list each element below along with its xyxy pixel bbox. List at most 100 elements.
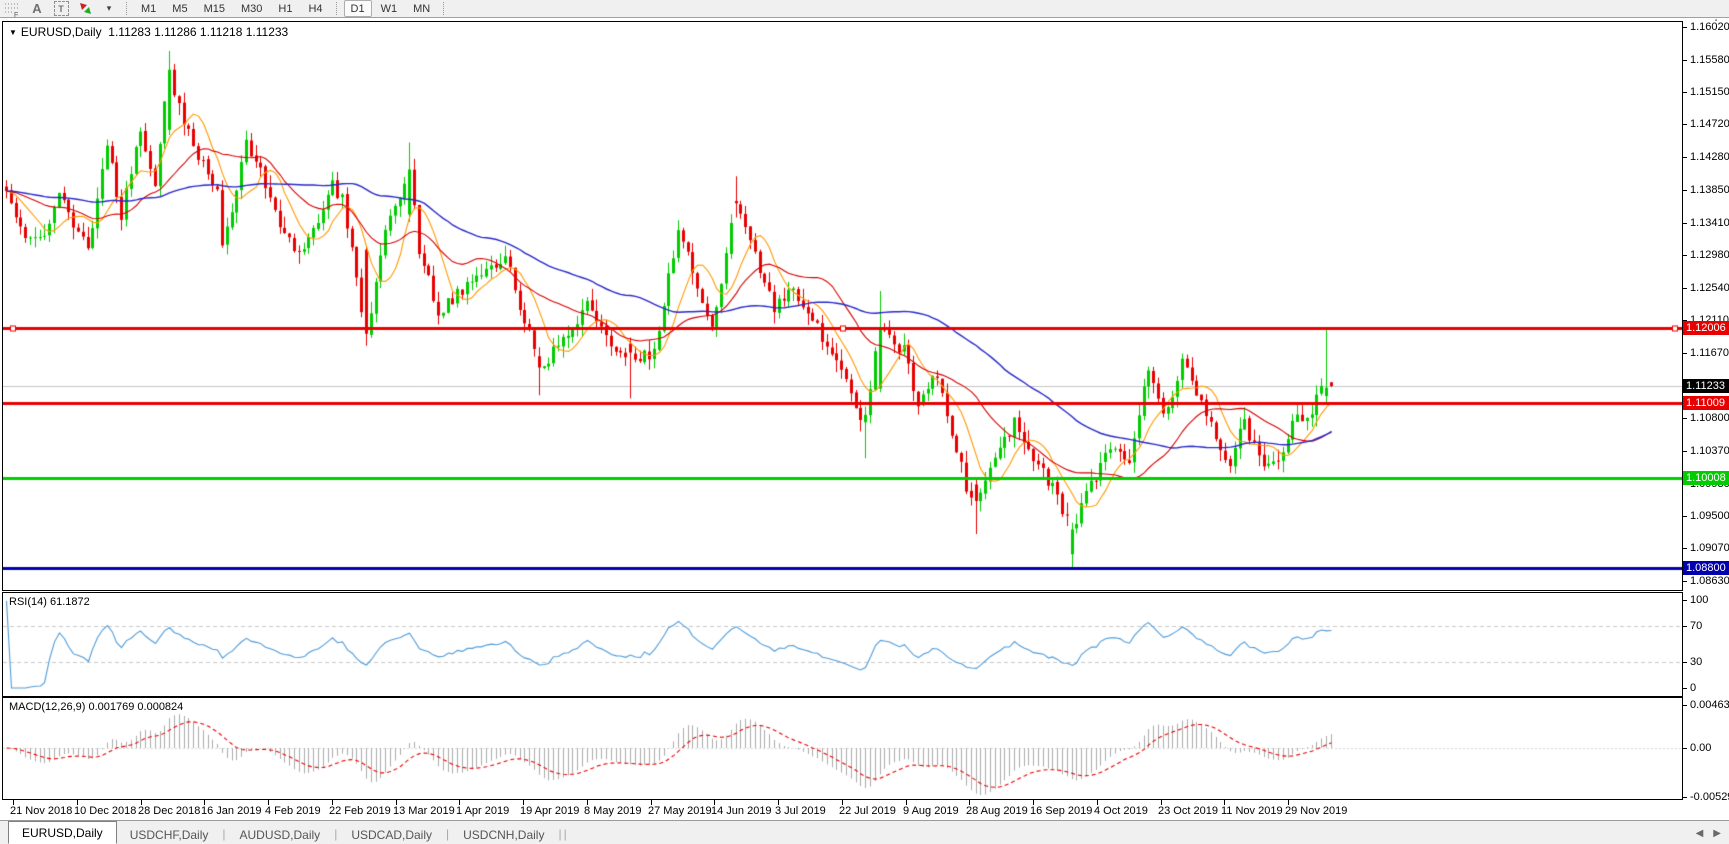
tab-separator: |	[563, 827, 567, 841]
price-tick-mark	[1683, 92, 1687, 93]
price-tick-label: 1.10370	[1690, 445, 1729, 457]
price-tick-mark	[1683, 124, 1687, 125]
tab-separator: |	[446, 827, 450, 841]
timeframe-button-w1[interactable]: W1	[374, 0, 405, 17]
date-tick-label: 16 Sep 2019	[1030, 805, 1093, 817]
toolbar-separator	[443, 2, 445, 15]
date-axis[interactable]: 21 Nov 2018 10 Dec 2018 28 Dec 2018 16 Jan …	[2, 800, 1683, 820]
macd-canvas[interactable]	[3, 698, 1682, 799]
price-tick-mark	[1683, 516, 1687, 517]
timeframe-button-mn[interactable]: MN	[406, 0, 437, 17]
price-level-badge: 1.11233	[1683, 379, 1729, 393]
tab-eurusd[interactable]: EURUSD,Daily	[8, 821, 117, 844]
timeframe-button-h1[interactable]: H1	[271, 0, 299, 17]
timeframe-button-m1[interactable]: M1	[134, 0, 163, 17]
tab-separator: |	[334, 827, 338, 841]
date-tick-label: 4 Oct 2019	[1094, 805, 1148, 817]
chart-tab-bar: EURUSD,Daily USDCHF,Daily | AUDUSD,Daily | US…	[0, 820, 1729, 844]
tab-usdcnh[interactable]: USDCNH,Daily	[450, 825, 557, 844]
text-label-icon[interactable]: A	[27, 1, 47, 17]
price-axis[interactable]: 1.16020 1.15580 1.15150 1.14720 1.14280 1.138…	[1683, 21, 1729, 591]
main-chart-canvas[interactable]	[3, 22, 1682, 590]
price-tick-label: 1.09500	[1690, 510, 1729, 522]
tab-nav-left-icon[interactable]: ◀	[1696, 828, 1704, 839]
macd-tick-label: -0.005299	[1690, 791, 1729, 803]
date-tick-label: 10 Dec 2018	[74, 805, 137, 817]
price-tick-label: 1.14720	[1690, 118, 1729, 130]
macd-tick-mark	[1683, 797, 1687, 798]
date-tick-label: 8 May 2019	[584, 805, 642, 817]
timeframe-button-d1[interactable]: D1	[343, 0, 372, 17]
price-tick-mark	[1683, 451, 1687, 452]
tab-usdcad[interactable]: USDCAD,Daily	[338, 825, 445, 844]
tab-nav-right-icon[interactable]: ▶	[1713, 828, 1721, 839]
rsi-tick-label: 30	[1690, 656, 1703, 668]
price-tick-mark	[1683, 27, 1687, 28]
macd-tick-mark	[1683, 705, 1687, 706]
text-box-glyph: T	[53, 1, 69, 16]
date-tick-label: 29 Nov 2019	[1285, 805, 1348, 817]
tab-audusd[interactable]: AUDUSD,Daily	[227, 825, 334, 844]
toolbar: F A T ▾ M1 M5 M15 M30 H1 H4 D1 W1 MN	[0, 0, 1729, 18]
macd-axis[interactable]: 0.00463 0.00 -0.005299	[1683, 697, 1729, 803]
price-tick-mark	[1683, 255, 1687, 256]
toolbar-separator	[335, 2, 338, 15]
text-box-icon[interactable]: T	[51, 1, 71, 17]
arrow-objects-dropdown-icon[interactable]: ▾	[99, 1, 119, 17]
date-tick-label: 11 Nov 2019	[1221, 805, 1283, 817]
macd-tick-label: 0.00463	[1690, 699, 1729, 711]
fibo-lines-glyph: F	[5, 3, 18, 17]
date-tick-label: 13 Mar 2019	[393, 805, 455, 817]
rsi-tick-mark	[1683, 688, 1687, 689]
price-level-badge: 1.10008	[1683, 471, 1729, 485]
price-tick-mark	[1683, 288, 1687, 289]
svg-text:F: F	[14, 12, 18, 17]
price-tick-mark	[1683, 157, 1687, 158]
price-tick-mark	[1683, 60, 1687, 61]
rsi-canvas[interactable]	[3, 593, 1682, 696]
price-tick-mark	[1683, 548, 1687, 549]
price-tick-label: 1.12980	[1690, 249, 1729, 261]
toolbar-separator	[126, 2, 128, 15]
date-tick-label: 19 Apr 2019	[520, 805, 580, 817]
chart-legend: ▼ EURUSD,Daily 1.11283 1.11286 1.11218 1.…	[9, 25, 288, 39]
date-tick-label: 3 Jul 2019	[775, 805, 826, 817]
price-tick-mark	[1683, 581, 1687, 582]
timeframe-button-m30[interactable]: M30	[234, 0, 269, 17]
timeframe-button-m15[interactable]: M15	[197, 0, 232, 17]
tab-separator: |	[558, 827, 562, 841]
price-tick-label: 1.12540	[1690, 282, 1729, 294]
timeframe-button-h4[interactable]: H4	[301, 0, 329, 17]
price-tick-label: 1.13850	[1690, 184, 1729, 196]
date-tick-label: 1 Apr 2019	[456, 805, 510, 817]
date-tick-label: 27 May 2019	[648, 805, 712, 817]
fibo-lines-icon[interactable]: F	[3, 1, 23, 17]
date-tick-label: 9 Aug 2019	[903, 805, 959, 817]
price-level-badge: 1.11009	[1683, 396, 1729, 410]
date-tick-label: 28 Aug 2019	[966, 805, 1028, 817]
tabs-holder: EURUSD,Daily USDCHF,Daily | AUDUSD,Daily | US…	[8, 821, 568, 844]
chart-symbol-label: EURUSD,Daily	[20, 25, 102, 39]
arrow-objects-glyph	[79, 3, 91, 14]
price-level-badge: 1.12006	[1683, 321, 1729, 335]
date-tick-label: 14 Jun 2019	[711, 805, 772, 817]
arrow-objects-icon[interactable]	[75, 1, 95, 17]
price-tick-label: 1.10800	[1690, 412, 1729, 424]
date-tick-label: 4 Feb 2019	[265, 805, 321, 817]
date-tick-label: 21 Nov 2018	[10, 805, 73, 817]
terminal-window: F A T ▾ M1M5M15M30H1H4D1W1MN ▲ ▼EURUSD,D…	[0, 0, 1729, 844]
tab-usdchf[interactable]: USDCHF,Daily	[117, 825, 222, 844]
rsi-axis[interactable]: 100 70 30 0	[1683, 592, 1729, 696]
price-tick-mark	[1683, 190, 1687, 191]
price-tick-mark	[1683, 353, 1687, 354]
rsi-tick-mark	[1683, 662, 1687, 663]
date-tick-label: 22 Feb 2019	[329, 805, 391, 817]
collapse-arrow-icon[interactable]: ▼	[9, 28, 17, 37]
main-chart-panel: ▼ EURUSD,Daily 1.11283 1.11286 1.11218 1.…	[2, 21, 1683, 591]
price-tick-label: 1.09070	[1690, 542, 1729, 554]
timeframe-button-m5[interactable]: M5	[165, 0, 194, 17]
date-tick-label: 23 Oct 2019	[1158, 805, 1218, 817]
price-tick-label: 1.15150	[1690, 86, 1729, 98]
timeframe-group: M1 M5 M15 M30 H1 H4 D1 W1 MN	[133, 0, 450, 17]
rsi-panel: RSI(14) 61.1872	[2, 592, 1683, 697]
